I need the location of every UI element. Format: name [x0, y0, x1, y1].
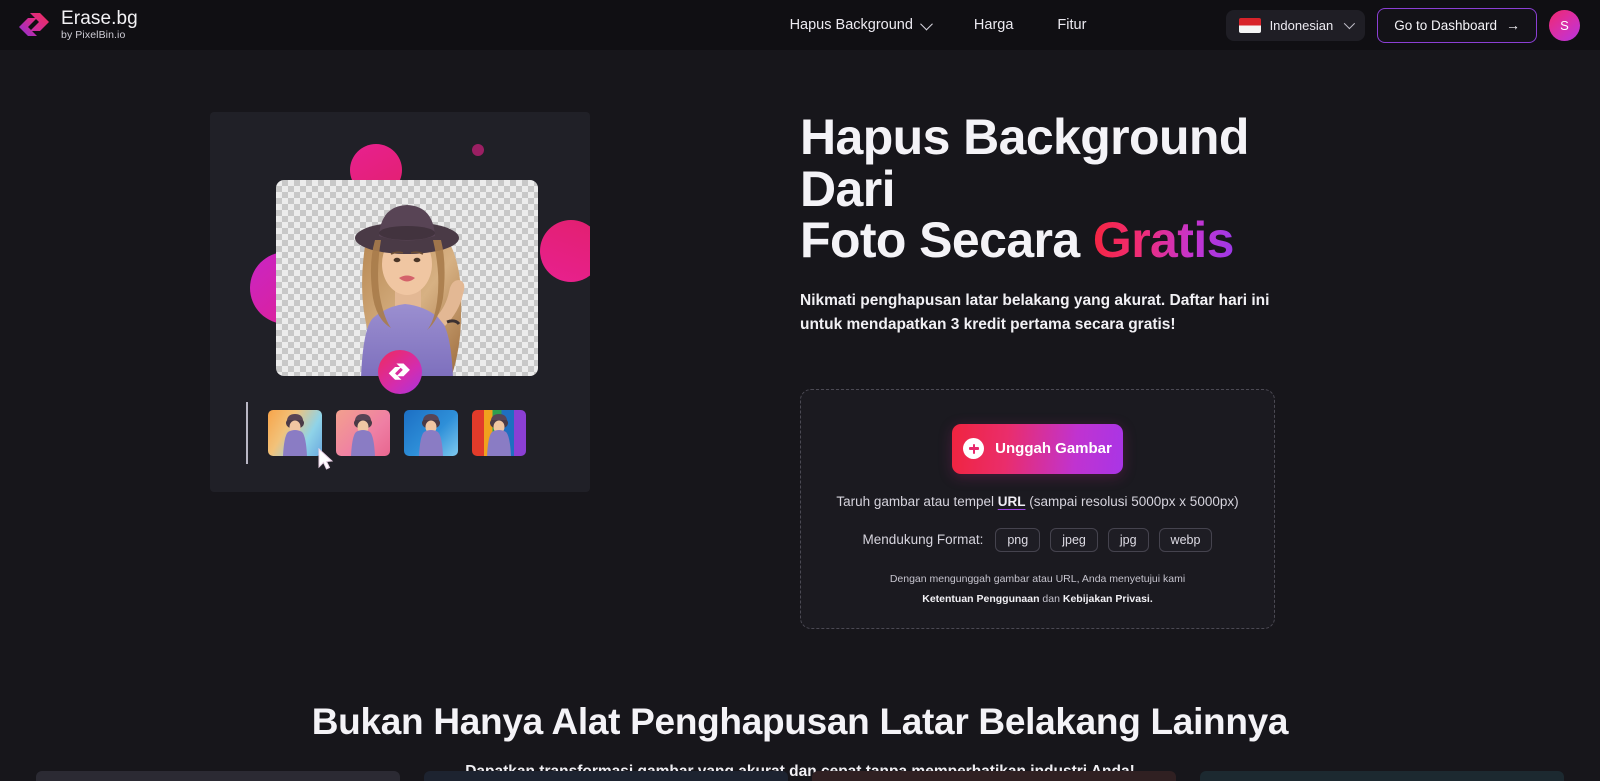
- erasebg-logo-badge-icon: [378, 350, 422, 394]
- format-chip-jpg: jpg: [1107, 527, 1149, 552]
- supported-formats-label: Mendukung Format:: [862, 532, 984, 548]
- nav-item-label: Harga: [973, 17, 1014, 33]
- avatar-initial: S: [1560, 17, 1569, 33]
- user-avatar[interactable]: S: [1549, 9, 1580, 41]
- feature-card-peek[interactable]: [36, 771, 400, 781]
- upload-dropzone[interactable]: Unggah Gambar Taruh gambar atau tempel U…: [800, 388, 1275, 629]
- format-chip-webp: webp: [1158, 527, 1213, 552]
- portrait-woman-image: [355, 205, 465, 376]
- thumbnail-selection-indicator: [246, 402, 248, 464]
- brand-title: Erase.bg: [61, 8, 138, 30]
- chevron-down-icon: [1343, 17, 1356, 30]
- privacy-policy-link[interactable]: Kebijakan Privasi.: [1063, 593, 1153, 605]
- brand-logo[interactable]: Erase.bg by PixelBin.io: [18, 9, 138, 41]
- drop-text-after: (sampai resolusi 5000px x 5000px): [1025, 493, 1239, 509]
- hero-heading-line1: Hapus Background Dari: [800, 109, 1249, 217]
- thumbnail-blue-studio[interactable]: [404, 410, 458, 456]
- terms-text-middle: dan: [1039, 593, 1063, 605]
- hero-text-column: Hapus Background Dari Foto Secara Gratis…: [800, 109, 1600, 629]
- nav-item-label: Hapus Background: [789, 17, 913, 33]
- plus-circle-icon: [963, 438, 985, 460]
- feature-card-peek[interactable]: [812, 771, 1176, 781]
- language-selector[interactable]: Indonesian: [1225, 9, 1366, 41]
- hero-subheading: Nikmati penghapusan latar belakang yang …: [800, 291, 1270, 333]
- nav-item-harga[interactable]: Harga: [952, 9, 1036, 41]
- brand-subtitle: by PixelBin.io: [61, 29, 126, 42]
- nav-item-label: Fitur: [1057, 17, 1087, 33]
- top-navigation-bar: Erase.bg by PixelBin.io Hapus Background…: [0, 0, 1600, 50]
- supported-formats-row: Mendukung Format: png jpeg jpg webp: [862, 527, 1213, 552]
- format-chip-png: png: [995, 527, 1041, 552]
- paste-url-link[interactable]: URL: [998, 494, 1026, 509]
- chevron-down-icon: [920, 17, 934, 30]
- dashboard-button-label: Go to Dashboard: [1394, 17, 1497, 33]
- nav-links: Hapus Background Harga Fitur: [768, 9, 1109, 41]
- language-label: Indonesian: [1269, 17, 1334, 33]
- background-removal-preview-illustration: [210, 112, 590, 492]
- upload-image-button[interactable]: Unggah Gambar: [952, 423, 1123, 474]
- feature-card-peek[interactable]: [424, 771, 788, 781]
- nav-item-hapus-background[interactable]: Hapus Background: [768, 9, 952, 41]
- hero-section: Hapus Background Dari Foto Secara Gratis…: [0, 50, 1600, 629]
- terms-of-use-link[interactable]: Ketentuan Penggunaan: [922, 593, 1039, 605]
- feature-card-peek[interactable]: [1200, 771, 1564, 781]
- indonesia-flag-icon: [1238, 17, 1261, 33]
- mouse-cursor-icon: [318, 448, 334, 470]
- drop-instruction-text: Taruh gambar atau tempel URL (sampai res…: [836, 494, 1238, 509]
- nav-item-fitur[interactable]: Fitur: [1035, 9, 1108, 41]
- thumbnail-strip: [268, 410, 526, 456]
- terms-disclaimer: Dengan mengunggah gambar atau URL, Anda …: [888, 569, 1188, 610]
- thumbnail-gradient-sunset[interactable]: [268, 410, 322, 456]
- hero-heading-line2: Foto Secara: [800, 212, 1093, 268]
- thumbnail-rainbow-stripes[interactable]: [472, 410, 526, 456]
- go-to-dashboard-button[interactable]: Go to Dashboard →: [1377, 7, 1537, 43]
- terms-text-before: Dengan mengunggah gambar atau URL, Anda …: [889, 572, 1186, 585]
- arrow-right-icon: →: [1506, 17, 1520, 33]
- features-heading: Bukan Hanya Alat Penghapusan Latar Belak…: [311, 700, 1289, 742]
- decorative-blob: [472, 144, 484, 156]
- page-title: Hapus Background Dari Foto Secara Gratis: [800, 109, 1320, 268]
- transparent-checkerboard-photo: [276, 180, 538, 376]
- upload-button-label: Unggah Gambar: [995, 440, 1112, 458]
- erasebg-diamond-logo-icon: [19, 13, 49, 36]
- hero-heading-accent: Gratis: [1092, 212, 1235, 268]
- features-intro-section: Bukan Hanya Alat Penghapusan Latar Belak…: [0, 701, 1600, 781]
- hero-artwork-column: [0, 112, 800, 492]
- thumbnail-pink-solid[interactable]: [336, 410, 390, 456]
- nav-right-group: Indonesian Go to Dashboard → S: [1225, 7, 1580, 43]
- feature-cards-peek-row: [0, 771, 1600, 781]
- decorative-blob: [540, 220, 590, 282]
- drop-text-before: Taruh gambar atau tempel: [836, 493, 998, 509]
- format-chip-jpeg: jpeg: [1050, 527, 1098, 552]
